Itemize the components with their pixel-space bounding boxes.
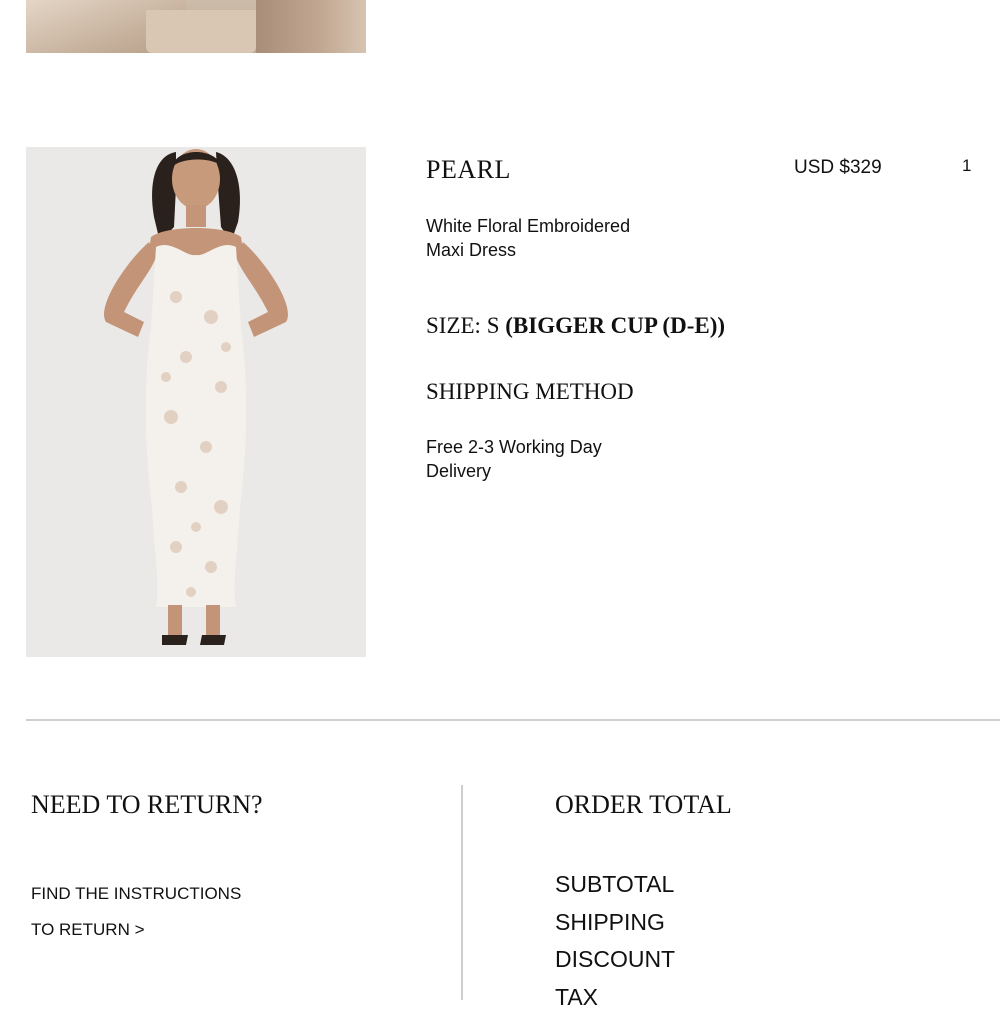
product-price: USD $329	[794, 157, 882, 179]
product-name: PEARL	[426, 155, 511, 185]
tax-label: TAX	[555, 979, 675, 1016]
return-instructions-link[interactable]: FIND THE INSTRUCTIONS TO RETURN >	[31, 876, 331, 948]
product-quantity: 1	[962, 156, 971, 176]
shipping-method-value: Free 2-3 Working Day Delivery	[426, 435, 646, 483]
return-link-line1[interactable]: FIND THE INSTRUCTIONS	[31, 876, 331, 912]
product-description: White Floral Embroidered Maxi Dress	[426, 214, 666, 262]
size-label: SIZE:	[426, 313, 481, 338]
size-variant: (BIGGER CUP (D-E))	[505, 313, 725, 338]
product-size: SIZE: S (BIGGER CUP (D-E))	[426, 313, 725, 339]
return-title: NEED TO RETURN?	[31, 790, 263, 820]
return-link-line2[interactable]: TO RETURN >	[31, 912, 331, 948]
previous-product-image	[26, 0, 366, 53]
order-total-list: SUBTOTAL SHIPPING DISCOUNT TAX	[555, 866, 675, 1016]
column-divider	[461, 785, 463, 1000]
discount-label: DISCOUNT	[555, 941, 675, 979]
subtotal-label: SUBTOTAL	[555, 866, 675, 904]
shipping-label: SHIPPING	[555, 904, 675, 942]
size-value: S	[487, 313, 500, 338]
section-divider	[26, 719, 1000, 721]
order-total-title: ORDER TOTAL	[555, 790, 732, 820]
product-image	[26, 147, 366, 657]
shipping-method-title: SHIPPING METHOD	[426, 379, 634, 405]
